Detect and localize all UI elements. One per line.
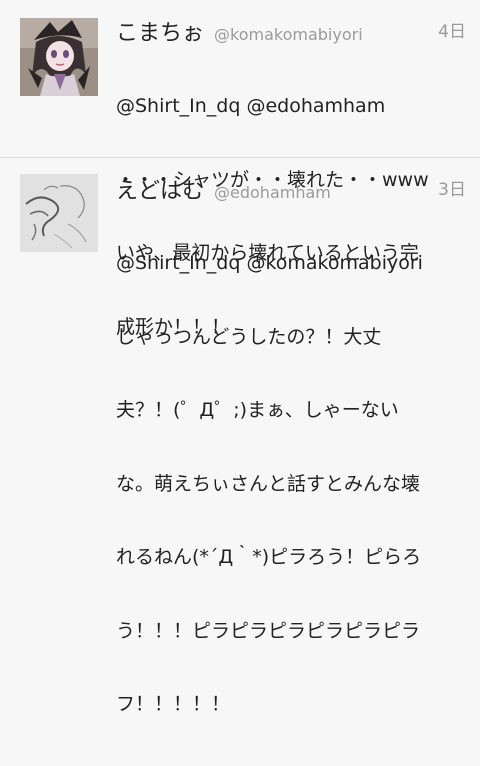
tweet-text-line: う！！！ピラピラピラピラピラピラ bbox=[116, 619, 421, 642]
display-name[interactable]: えどはむ bbox=[116, 179, 204, 204]
sketch-drawing-avatar-icon bbox=[20, 174, 98, 252]
tweet-text-line: な。萌えちぃさんと話すとみんな壊 bbox=[116, 472, 421, 495]
tweet-text-line: しゃっつんどうしたの？！大丈 bbox=[116, 325, 382, 348]
display-name[interactable]: こまちぉ bbox=[116, 21, 204, 46]
tweet-item[interactable]: えどはむ @edohamham 3日 @Shirt_In_dq @komakoma… bbox=[0, 158, 480, 715]
avatar[interactable] bbox=[20, 174, 98, 252]
tweet-timestamp: 3日 bbox=[438, 180, 466, 200]
tweet-text-line: @Shirt_In_dq @komakomabiyori bbox=[116, 252, 423, 274]
tweet-timeline: こまちぉ @komakomabiyori 4日 @Shirt_In_dq @edo… bbox=[0, 0, 480, 715]
tweet-timestamp: 4日 bbox=[438, 22, 466, 42]
tweet-item[interactable]: こまちぉ @komakomabiyori 4日 @Shirt_In_dq @edo… bbox=[0, 0, 480, 338]
tweet-header: こまちぉ @komakomabiyori 4日 bbox=[116, 15, 466, 47]
tweet-text-line: @Shirt_In_dq @edohamham bbox=[116, 95, 386, 117]
tweet-header: えどはむ @edohamham 3日 bbox=[116, 173, 466, 205]
user-handle[interactable]: @edohamham bbox=[214, 183, 331, 202]
avatar[interactable] bbox=[20, 18, 98, 96]
tweet-text-line: フ！！！！！ bbox=[116, 693, 231, 715]
tweet-text-line: れるねん(*´Д｀*)ピラろう！ピらろ bbox=[116, 546, 422, 568]
tweet-text: @Shirt_In_dq @komakomabiyori しゃっつんどうしたの？… bbox=[116, 202, 468, 766]
user-handle[interactable]: @komakomabiyori bbox=[214, 25, 363, 44]
tweet-text-line: 夫？！(゜Д゜;)まぁ、しゃーない bbox=[116, 399, 399, 421]
anime-character-avatar-icon bbox=[20, 18, 98, 96]
